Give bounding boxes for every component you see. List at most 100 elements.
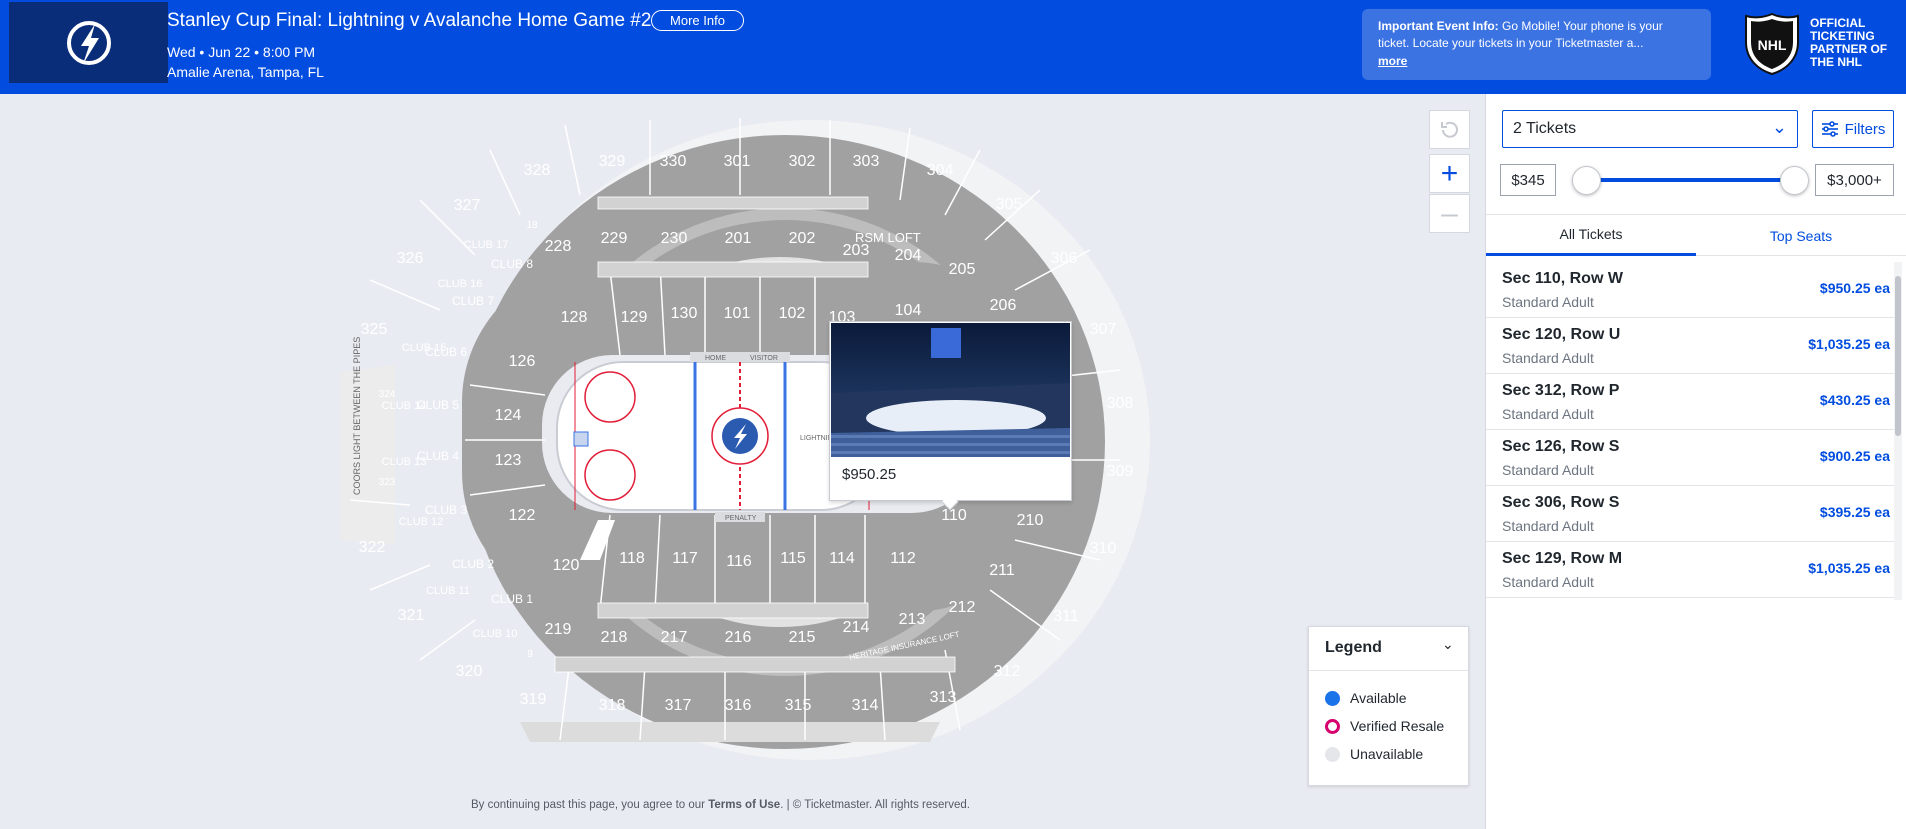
section-label[interactable]: 312 <box>994 663 1021 680</box>
ticket-listing[interactable]: Sec 120, Row U Standard Adult $1,035.25 … <box>1486 318 1894 374</box>
arena-seat-map[interactable]: HOME VISITOR PENALTY LIGHTNING ATTACK TW… <box>0 94 1485 829</box>
section-label[interactable]: 212 <box>949 599 976 616</box>
ticket-quantity-select[interactable]: 2 Tickets ⌄ <box>1502 110 1798 148</box>
section-label[interactable]: CLUB 7 <box>452 294 494 308</box>
price-max-field[interactable]: $3,000+ <box>1815 164 1894 196</box>
section-label[interactable]: 130 <box>671 305 698 322</box>
notice-more-link[interactable]: more <box>1378 53 1407 70</box>
section-label[interactable]: 219 <box>545 621 572 638</box>
price-slider-track[interactable] <box>1586 178 1794 182</box>
section-label[interactable]: 206 <box>990 297 1017 314</box>
tab-all-tickets[interactable]: All Tickets <box>1486 215 1696 256</box>
section-label[interactable]: 101 <box>724 305 751 322</box>
section-label[interactable]: 124 <box>495 407 522 424</box>
section-label[interactable]: 213 <box>899 611 926 628</box>
section-label[interactable]: 307 <box>1090 321 1117 338</box>
zoom-in-button[interactable]: + <box>1429 154 1470 193</box>
section-label[interactable]: 309 <box>1107 463 1134 480</box>
ticket-list-scrollbar[interactable] <box>1894 262 1902 600</box>
ticket-listing[interactable]: Sec 110, Row W Standard Adult $950.25 ea <box>1486 262 1894 318</box>
section-label[interactable]: CLUB 8 <box>491 257 533 271</box>
zoom-out-button[interactable]: – <box>1429 194 1470 233</box>
section-label[interactable]: 316 <box>725 697 752 714</box>
tab-top-seats[interactable]: Top Seats <box>1696 215 1906 256</box>
section-label[interactable]: CLUB 1 <box>491 592 533 606</box>
section-label[interactable]: 305 <box>996 196 1023 213</box>
terms-of-use-link[interactable]: Terms of Use <box>708 799 780 811</box>
section-label[interactable]: 214 <box>843 619 870 636</box>
section-label[interactable]: CLUB 3 <box>425 503 467 517</box>
section-label[interactable]: 318 <box>599 697 626 714</box>
section-label[interactable]: 323 <box>379 477 396 488</box>
section-label[interactable]: 122 <box>509 507 536 524</box>
section-label[interactable]: CLUB 13 <box>382 456 427 468</box>
ticket-listing[interactable]: Sec 126, Row S Standard Adult $900.25 ea <box>1486 430 1894 486</box>
ticket-listing[interactable]: Sec 129, Row M Standard Adult $1,035.25 … <box>1486 542 1894 598</box>
section-label[interactable]: 102 <box>779 305 806 322</box>
section-label[interactable]: 321 <box>398 607 425 624</box>
section-label[interactable]: 314 <box>852 697 879 714</box>
section-label[interactable]: 117 <box>672 550 698 567</box>
section-label[interactable]: 110 <box>941 507 967 524</box>
section-label[interactable]: 204 <box>895 247 922 264</box>
section-label[interactable]: 229 <box>601 230 628 247</box>
section-label[interactable]: 302 <box>789 153 816 170</box>
section-label[interactable]: 216 <box>725 629 752 646</box>
price-slider-max-handle[interactable] <box>1780 166 1809 195</box>
price-min-field[interactable]: $345 <box>1500 164 1556 196</box>
section-label[interactable]: 328 <box>524 162 551 179</box>
section-label[interactable]: 123 <box>495 452 522 469</box>
section-label[interactable]: CLUB 12 <box>399 516 444 528</box>
section-label[interactable]: 201 <box>725 230 752 247</box>
section-label[interactable]: 322 <box>359 539 386 556</box>
section-label[interactable]: 228 <box>545 238 572 255</box>
section-label[interactable]: 327 <box>454 197 481 214</box>
section-label[interactable]: 211 <box>989 562 1015 579</box>
section-label[interactable]: 9 <box>527 649 533 660</box>
section-label[interactable]: 324 <box>379 389 396 400</box>
section-label[interactable]: CLUB 15 <box>402 342 447 354</box>
section-label[interactable]: CLUB 2 <box>452 557 494 571</box>
legend-panel[interactable]: Legend ⌄ Available Verified Resale Unava… <box>1308 626 1469 786</box>
section-label[interactable]: 210 <box>1017 512 1044 529</box>
section-label[interactable]: 329 <box>599 153 626 170</box>
section-label[interactable]: 301 <box>724 153 751 170</box>
section-label[interactable]: 317 <box>665 697 692 714</box>
section-label[interactable]: 18 <box>526 220 538 231</box>
section-label[interactable]: 104 <box>895 302 922 319</box>
filters-button[interactable]: Filters <box>1812 110 1894 148</box>
section-label[interactable]: 114 <box>829 550 855 567</box>
section-label[interactable]: 202 <box>789 230 816 247</box>
section-label[interactable]: 230 <box>661 230 688 247</box>
section-label[interactable]: 112 <box>890 550 916 567</box>
section-label[interactable]: 325 <box>361 321 388 338</box>
section-label[interactable]: 320 <box>456 663 483 680</box>
more-info-button[interactable]: More Info <box>651 10 744 31</box>
section-label[interactable]: 304 <box>927 162 954 179</box>
section-label[interactable]: 315 <box>785 697 812 714</box>
section-label[interactable]: CLUB 10 <box>473 628 518 640</box>
chevron-down-icon[interactable]: ⌄ <box>1442 636 1454 653</box>
section-label[interactable]: CLUB 16 <box>438 278 483 290</box>
section-label[interactable]: 205 <box>949 261 976 278</box>
section-label[interactable]: 303 <box>853 153 880 170</box>
price-slider-min-handle[interactable] <box>1572 166 1601 195</box>
ticket-listing[interactable]: Sec 306, Row S Standard Adult $395.25 ea <box>1486 486 1894 542</box>
section-label[interactable]: 115 <box>780 550 806 567</box>
reset-map-button[interactable] <box>1429 110 1470 149</box>
scroll-thumb[interactable] <box>1895 276 1901 436</box>
section-label[interactable]: 313 <box>930 689 957 706</box>
section-label[interactable]: 326 <box>397 250 424 267</box>
section-label[interactable]: CLUB 17 <box>464 239 509 251</box>
section-label[interactable]: CLUB 14 <box>382 400 427 412</box>
section-label[interactable]: 203 <box>843 242 870 259</box>
section-label[interactable]: 319 <box>520 691 547 708</box>
section-label[interactable]: 308 <box>1107 395 1134 412</box>
section-label[interactable]: 120 <box>553 557 580 574</box>
section-label[interactable]: 116 <box>726 553 752 570</box>
section-label[interactable]: 218 <box>601 629 628 646</box>
section-label[interactable]: 129 <box>621 309 648 326</box>
section-label[interactable]: 215 <box>789 629 816 646</box>
section-label[interactable]: 311 <box>1053 608 1079 625</box>
section-preview-popup[interactable]: $950.25 <box>829 321 1072 511</box>
